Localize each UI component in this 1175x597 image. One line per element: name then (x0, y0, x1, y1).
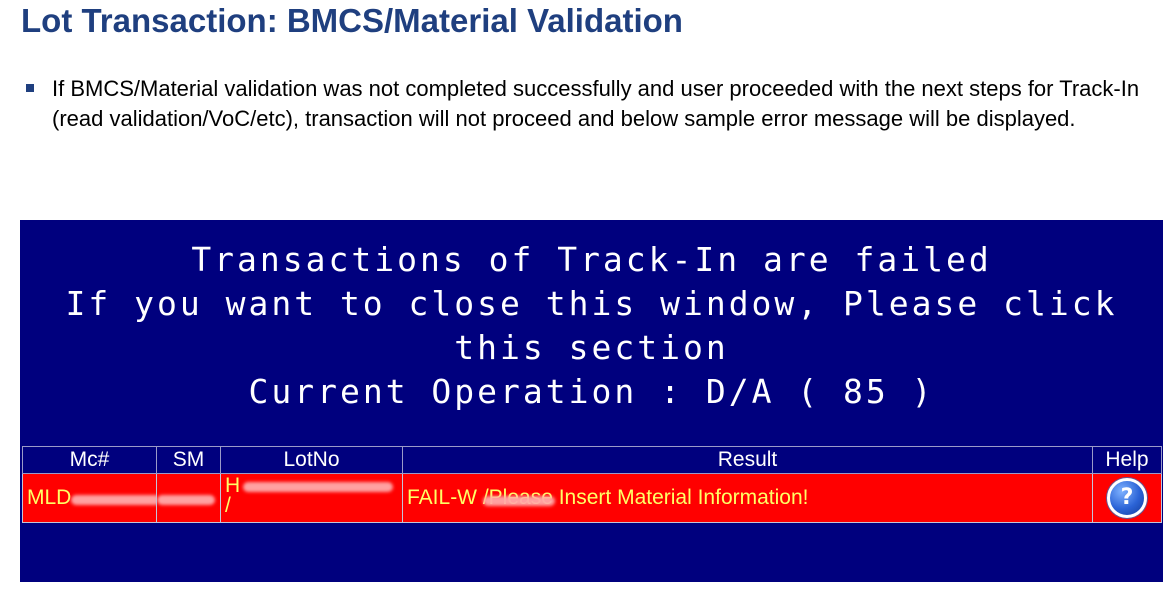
table-row[interactable]: MLD H / FAIL-W /Please Insert Material I… (22, 473, 1162, 523)
error-message-line: Transactions of Track-In are failed (191, 240, 992, 279)
cell-result: FAIL-W /Please Insert Material Informati… (402, 473, 1093, 523)
cell-help: ? (1092, 473, 1162, 523)
question-mark-icon[interactable]: ? (1107, 478, 1147, 518)
page-title: Lot Transaction: BMCS/Material Validatio… (21, 2, 683, 39)
cell-lotno: H / (220, 473, 403, 523)
result-table: Mc# SM LotNo Result Help MLD H / FAIL-W … (22, 446, 1162, 523)
cell-mc-text: MLD (27, 486, 72, 509)
redaction-mark (157, 495, 215, 505)
column-header-help: Help (1092, 446, 1162, 474)
error-message-area[interactable]: Transactions of Track-In are failed If y… (20, 238, 1163, 414)
column-header-result: Result (402, 446, 1093, 474)
bullet-point: If BMCS/Material validation was not comp… (26, 74, 1156, 134)
cell-mc: MLD (22, 473, 157, 523)
cell-lotno-text: H / (225, 474, 241, 517)
column-header-mc: Mc# (22, 446, 157, 474)
redaction-mark (71, 495, 156, 505)
cell-sm (156, 473, 221, 523)
table-header-row: Mc# SM LotNo Result Help (22, 446, 1162, 474)
bullet-text: If BMCS/Material validation was not comp… (52, 76, 1140, 131)
redaction-mark (483, 496, 555, 506)
column-header-sm: SM (156, 446, 221, 474)
redaction-mark (243, 482, 393, 492)
column-header-lotno: LotNo (220, 446, 403, 474)
cell-result-text: FAIL-W /Please Insert Material Informati… (407, 486, 809, 509)
error-window[interactable]: Transactions of Track-In are failed If y… (20, 220, 1163, 582)
current-operation-line: Current Operation : D/A ( 85 ) (248, 372, 935, 411)
close-instruction-line: If you want to close this window, Please… (65, 284, 1118, 367)
bullet-square-icon (26, 84, 34, 92)
